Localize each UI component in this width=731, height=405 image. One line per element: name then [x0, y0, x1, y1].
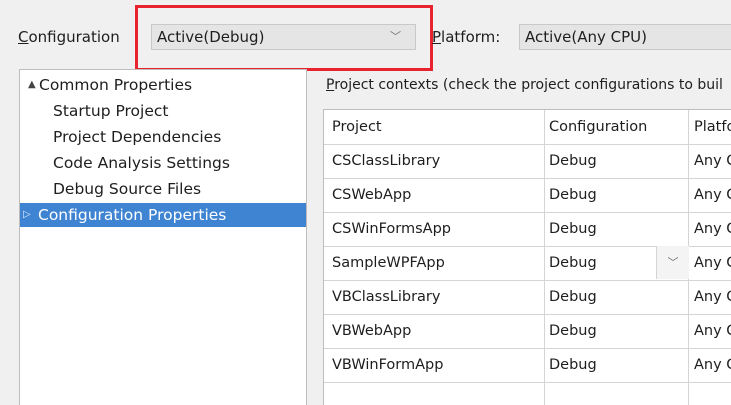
table-row-project: CSWinFormsApp — [332, 221, 451, 237]
table-row-configuration[interactable]: Debug — [549, 144, 597, 178]
collapse-triangle-icon[interactable]: ▲ — [28, 73, 36, 97]
table-row-platform[interactable]: Any C — [694, 246, 731, 280]
table-row-project: VBWinFormApp — [332, 357, 444, 373]
tree-item-common-properties[interactable]: ▲ Common Properties — [20, 73, 306, 97]
tree-item-startup-project[interactable]: Startup Project — [20, 99, 306, 123]
tree-item-project-dependencies[interactable]: Project Dependencies — [20, 125, 306, 149]
column-header-configuration[interactable]: Configuration — [549, 110, 647, 144]
table-row-project: VBClassLibrary — [332, 289, 441, 305]
table-row-project: CSWebApp — [332, 187, 412, 203]
configuration-dropdown-button[interactable]: ﹀ — [656, 246, 689, 279]
platform-value: Active(Any CPU) — [525, 28, 648, 46]
tree-item-debug-source-files[interactable]: Debug Source Files — [20, 177, 306, 201]
column-divider — [544, 110, 545, 405]
table-row-project: CSClassLibrary — [332, 153, 441, 169]
table-row-project: SampleWPFApp — [332, 255, 445, 271]
tree-item-code-analysis-settings[interactable]: Code Analysis Settings — [20, 151, 306, 175]
table-row-project: VBWebApp — [332, 323, 412, 339]
tree-item-configuration-properties[interactable]: ▷ Configuration Properties — [20, 203, 306, 227]
table-row-platform[interactable]: Any C — [694, 280, 731, 314]
column-header-platform[interactable]: Platfo — [694, 110, 731, 144]
table-row-configuration[interactable]: Debug — [549, 314, 597, 348]
platform-label: Platform: — [432, 28, 501, 46]
project-contexts-grid: Project Configuration Platfo CSClassLibr… — [323, 109, 731, 405]
table-row-platform[interactable]: Any C — [694, 212, 731, 246]
row-divider — [324, 382, 731, 383]
table-row-platform[interactable]: Any C — [694, 314, 731, 348]
column-header-project[interactable]: Project — [332, 110, 382, 144]
property-tree: ▲ Common Properties Startup Project Proj… — [19, 69, 307, 405]
table-row-platform[interactable]: Any C — [694, 348, 731, 382]
table-row-configuration[interactable]: Debug — [549, 280, 597, 314]
chevron-down-icon: ﹀ — [667, 256, 679, 269]
table-row-platform[interactable]: Any C — [694, 144, 731, 178]
expand-triangle-icon[interactable]: ▷ — [23, 203, 31, 227]
table-row-configuration[interactable]: Debug — [549, 348, 597, 382]
table-row-configuration[interactable]: Debug — [549, 212, 597, 246]
platform-dropdown[interactable]: Active(Any CPU) — [519, 24, 731, 50]
table-row-platform[interactable]: Any C — [694, 178, 731, 212]
table-row-configuration[interactable]: Debug — [549, 178, 597, 212]
project-contexts-label: Project contexts (check the project conf… — [326, 77, 723, 93]
highlight-annotation — [135, 5, 433, 71]
configuration-label: Configuration — [18, 28, 120, 46]
table-row-configuration[interactable]: Debug — [549, 246, 597, 280]
